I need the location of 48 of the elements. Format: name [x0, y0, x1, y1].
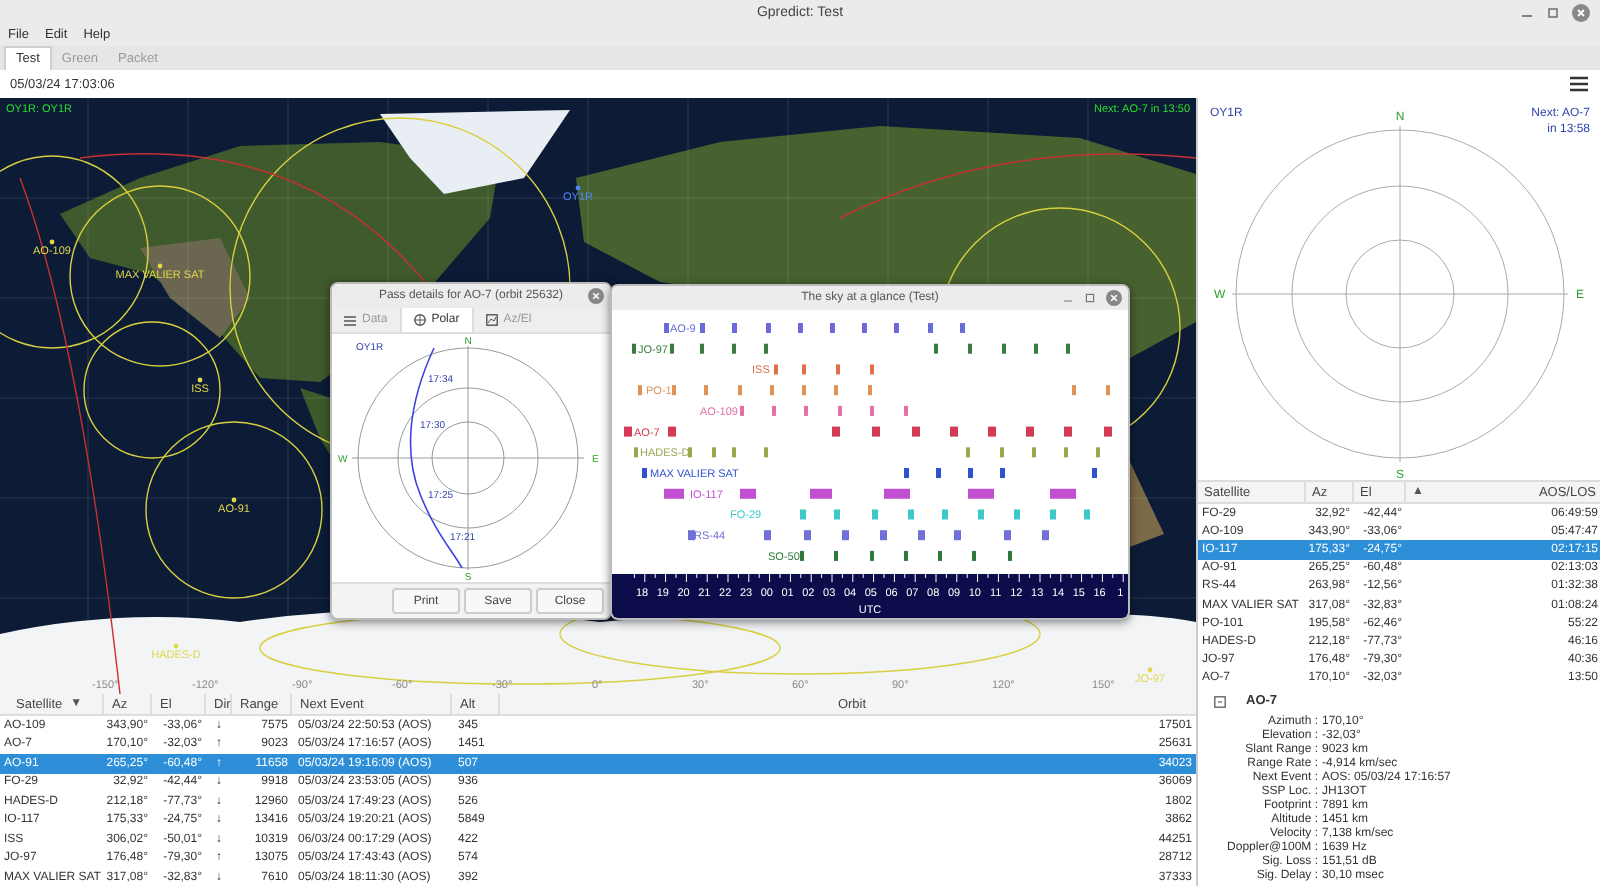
- pass-bar[interactable]: [988, 426, 996, 437]
- pass-bar[interactable]: [810, 488, 832, 499]
- pass-bar[interactable]: [1000, 468, 1005, 479]
- chart-icon: [485, 314, 498, 326]
- pass-bar[interactable]: [688, 530, 695, 541]
- pass-bar[interactable]: [740, 488, 756, 499]
- pass-bar[interactable]: [936, 468, 941, 479]
- satellite-dot[interactable]: [173, 643, 179, 649]
- pass-bar[interactable]: [1026, 426, 1034, 437]
- pass-bar[interactable]: [1004, 530, 1011, 541]
- pass-bar[interactable]: [832, 426, 840, 437]
- satellite-dot[interactable]: [49, 239, 55, 245]
- satellite-dot[interactable]: [157, 263, 163, 269]
- pass-bar[interactable]: [918, 530, 925, 541]
- pass-bar[interactable]: [664, 488, 684, 499]
- pass-bar[interactable]: [842, 530, 849, 541]
- pass-bar[interactable]: [1042, 530, 1049, 541]
- satellite-dot[interactable]: [197, 377, 203, 383]
- maximize-icon[interactable]: [1546, 5, 1560, 19]
- pass-bar[interactable]: [764, 530, 771, 541]
- close-icon[interactable]: [1106, 290, 1122, 306]
- pass-bar[interactable]: [968, 468, 973, 479]
- list-icon: [344, 315, 356, 325]
- pass-bar[interactable]: [954, 530, 961, 541]
- pass-bar[interactable]: [668, 426, 676, 437]
- menu-icon[interactable]: [1570, 76, 1588, 92]
- satellite-dot[interactable]: [1147, 667, 1153, 673]
- pass-bar[interactable]: [1092, 468, 1097, 479]
- pass-bar[interactable]: [968, 488, 994, 499]
- pass-bar[interactable]: [950, 426, 958, 437]
- pass-bar[interactable]: [1104, 426, 1112, 437]
- pass-bar[interactable]: [912, 426, 920, 437]
- pass-bar[interactable]: [904, 468, 909, 479]
- satellite-dot[interactable]: [231, 497, 237, 503]
- pass-bar[interactable]: [880, 530, 887, 541]
- pass-bar[interactable]: [872, 426, 880, 437]
- maximize-icon[interactable]: [1084, 292, 1096, 304]
- pass-bar[interactable]: [642, 468, 647, 479]
- box-icon: [1214, 695, 1226, 708]
- pass-bar[interactable]: [1050, 488, 1076, 499]
- satellite-dot[interactable]: [575, 185, 581, 191]
- pass-bar[interactable]: [804, 530, 811, 541]
- pass-bar[interactable]: [884, 488, 910, 499]
- close-icon[interactable]: [588, 288, 604, 304]
- globe-icon: [413, 314, 426, 326]
- close-icon[interactable]: [1572, 3, 1590, 21]
- pass-bar[interactable]: [624, 426, 632, 437]
- pass-bar[interactable]: [1064, 426, 1072, 437]
